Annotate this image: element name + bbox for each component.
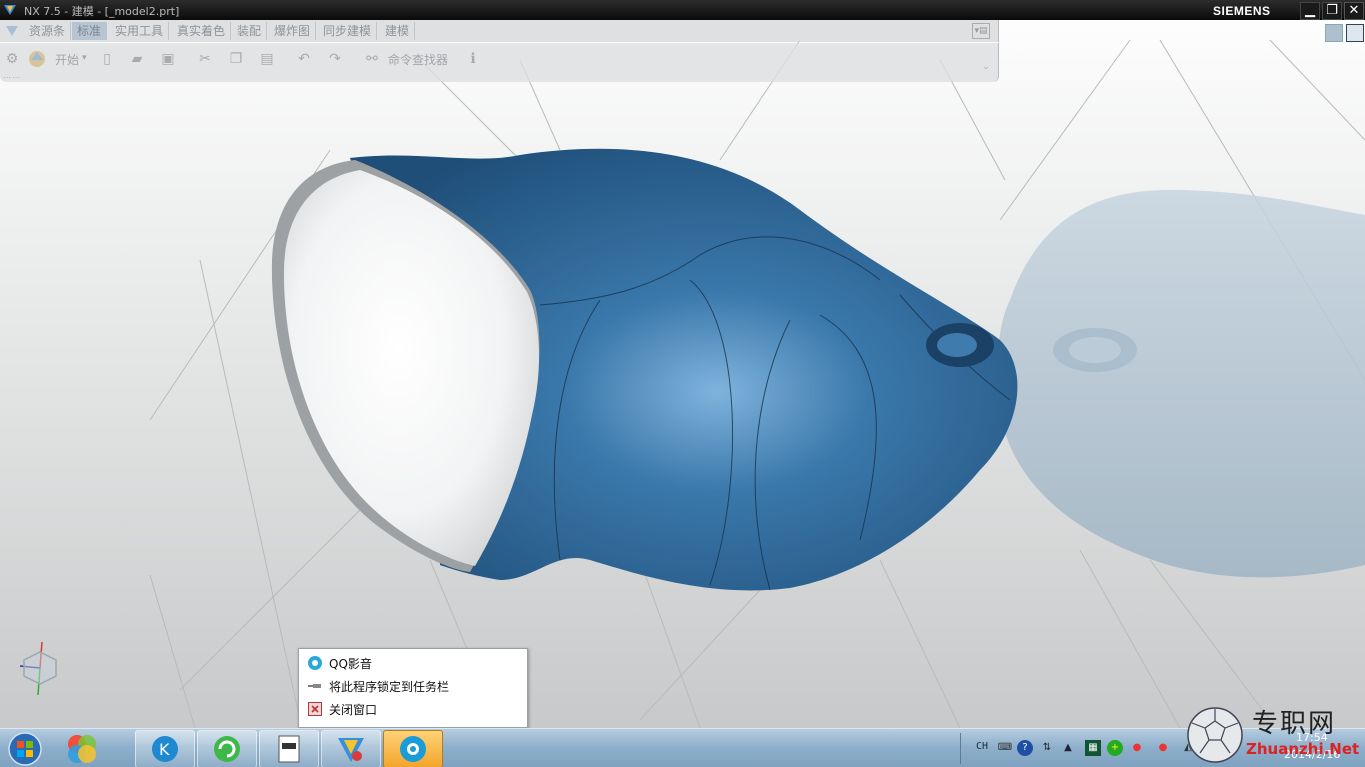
language-indicator[interactable]: CH bbox=[976, 741, 988, 752]
start-icon[interactable] bbox=[26, 48, 48, 70]
taskbar-qq-player[interactable] bbox=[383, 730, 443, 767]
start-label[interactable]: 开始 bbox=[55, 51, 79, 68]
network-monitor-icon[interactable]: ▦ bbox=[1085, 740, 1101, 756]
qq-tray-icon-1[interactable]: ● bbox=[1129, 740, 1145, 756]
tray-separator bbox=[960, 733, 961, 764]
jump-item-close-window[interactable]: 关闭窗口 bbox=[307, 700, 519, 720]
kugou-icon: K bbox=[152, 736, 178, 762]
paste-icon[interactable]: ▤ bbox=[256, 48, 278, 70]
refresh-app-icon bbox=[214, 736, 240, 762]
open-icon[interactable]: ▰ bbox=[126, 48, 148, 70]
close-button[interactable]: ✕ bbox=[1344, 2, 1364, 20]
document-icon bbox=[278, 735, 300, 763]
taskbar-nx[interactable] bbox=[321, 730, 381, 767]
jump-item-label: 关闭窗口 bbox=[329, 703, 378, 717]
qq-player-taskbar-icon bbox=[400, 736, 426, 762]
command-finder-label[interactable]: 命令查找器 bbox=[388, 51, 448, 68]
restore-button[interactable]: ❐ bbox=[1322, 2, 1342, 20]
qq-tray-icon-2[interactable]: ● bbox=[1155, 740, 1171, 756]
resource-icon[interactable] bbox=[4, 23, 20, 39]
tab-exploded-view[interactable]: 爆炸图 bbox=[269, 22, 317, 40]
toolbar-options-icon[interactable]: ▾▤ bbox=[972, 23, 990, 39]
siemens-logo: SIEMENS bbox=[1213, 4, 1271, 18]
tab-utilities[interactable]: 实用工具 bbox=[110, 22, 170, 40]
taskbar-document[interactable] bbox=[259, 730, 319, 767]
tab-standard[interactable]: 标准 bbox=[72, 22, 108, 40]
ghost-part bbox=[997, 190, 1365, 578]
help-icon[interactable]: ? bbox=[1017, 740, 1033, 756]
tab-sync-modeling[interactable]: 同步建模 bbox=[318, 22, 378, 40]
tab-assembly[interactable]: 装配 bbox=[232, 22, 268, 40]
taskbar-kugou[interactable]: K bbox=[135, 730, 195, 767]
view-icon[interactable] bbox=[1325, 24, 1343, 42]
toolbar-gripper[interactable]: ⋯⋯ bbox=[3, 73, 21, 82]
jump-item-qq-player[interactable]: QQ影音 bbox=[307, 654, 519, 674]
show-hidden-icons[interactable]: ▲ bbox=[1060, 740, 1076, 756]
toolbar-tabs: 资源条 标准 实用工具 真实着色 装配 爆炸图 同步建模 建模 ▾▤ bbox=[0, 20, 999, 42]
command-finder-icon[interactable]: ⚯ bbox=[361, 48, 383, 70]
minimize-button[interactable]: ▁ bbox=[1300, 2, 1320, 20]
window-title: NX 7.5 - 建模 - [_model2.prt] bbox=[24, 5, 180, 18]
taskbar-jump-list: QQ影音 将此程序锁定到任务栏 关闭窗口 bbox=[298, 648, 528, 728]
nx-icon bbox=[338, 738, 364, 762]
undo-icon[interactable]: ↶ bbox=[293, 48, 315, 70]
new-icon[interactable]: ▯ bbox=[96, 48, 118, 70]
standard-toolbar: ⚙ ⋯⋯ 开始 ▾ ▯ ▰ ▣ ✂ ❐ ▤ ↶ ↷ ⚯ 命令查找器 ℹ ⌄ bbox=[0, 43, 999, 82]
tab-resource-bar[interactable]: 资源条 bbox=[24, 22, 72, 40]
jump-item-label: QQ影音 bbox=[329, 657, 372, 671]
taskbar: K CH ⌨ ? ⇅ ▲ ▦ + ● ● ◭ bbox=[0, 728, 1365, 767]
axis-triad bbox=[19, 641, 57, 696]
pin-icon bbox=[307, 678, 323, 694]
gear-icon[interactable]: ⚙ bbox=[1, 48, 23, 70]
plus-tray-icon[interactable]: + bbox=[1107, 740, 1123, 756]
fullscreen-icon[interactable] bbox=[1346, 24, 1364, 42]
screen: NX 7.5 - 建模 - [_model2.prt] SIEMENS ▁ ❐ … bbox=[0, 0, 1365, 767]
redo-icon[interactable]: ↷ bbox=[324, 48, 346, 70]
toolbar-overflow-icon[interactable]: ⌄ bbox=[975, 56, 997, 78]
graphics-viewport[interactable] bbox=[0, 0, 1365, 728]
qq-player-icon bbox=[307, 655, 323, 671]
title-bar: NX 7.5 - 建模 - [_model2.prt] SIEMENS ▁ ❐ … bbox=[0, 0, 1365, 20]
start-dropdown-arrow[interactable]: ▾ bbox=[82, 53, 87, 63]
ime-settings-icon[interactable]: ⇅ bbox=[1039, 740, 1055, 756]
tab-modeling[interactable]: 建模 bbox=[380, 22, 416, 40]
keyboard-icon[interactable]: ⌨ bbox=[997, 740, 1013, 756]
start-button[interactable] bbox=[5, 731, 45, 767]
nx-app-icon bbox=[4, 5, 16, 15]
svg-text:K: K bbox=[159, 740, 170, 759]
tab-true-shading[interactable]: 真实着色 bbox=[172, 22, 232, 40]
watermark-en: Zhuanzhi.Net bbox=[1246, 740, 1360, 758]
watermark-cn: 专职网 bbox=[1252, 709, 1337, 739]
watermark-ball-icon bbox=[1187, 707, 1243, 763]
cut-icon[interactable]: ✂ bbox=[194, 48, 216, 70]
close-window-icon bbox=[307, 701, 323, 717]
model-canvas[interactable] bbox=[0, 0, 1365, 728]
copy-icon[interactable]: ❐ bbox=[225, 48, 247, 70]
save-icon[interactable]: ▣ bbox=[157, 48, 179, 70]
jump-item-label: 将此程序锁定到任务栏 bbox=[329, 680, 450, 694]
jump-item-pin[interactable]: 将此程序锁定到任务栏 bbox=[307, 677, 519, 697]
info-icon[interactable]: ℹ bbox=[462, 48, 484, 70]
app-colorful-icon[interactable] bbox=[64, 732, 100, 767]
taskbar-refresh-app[interactable] bbox=[197, 730, 257, 767]
